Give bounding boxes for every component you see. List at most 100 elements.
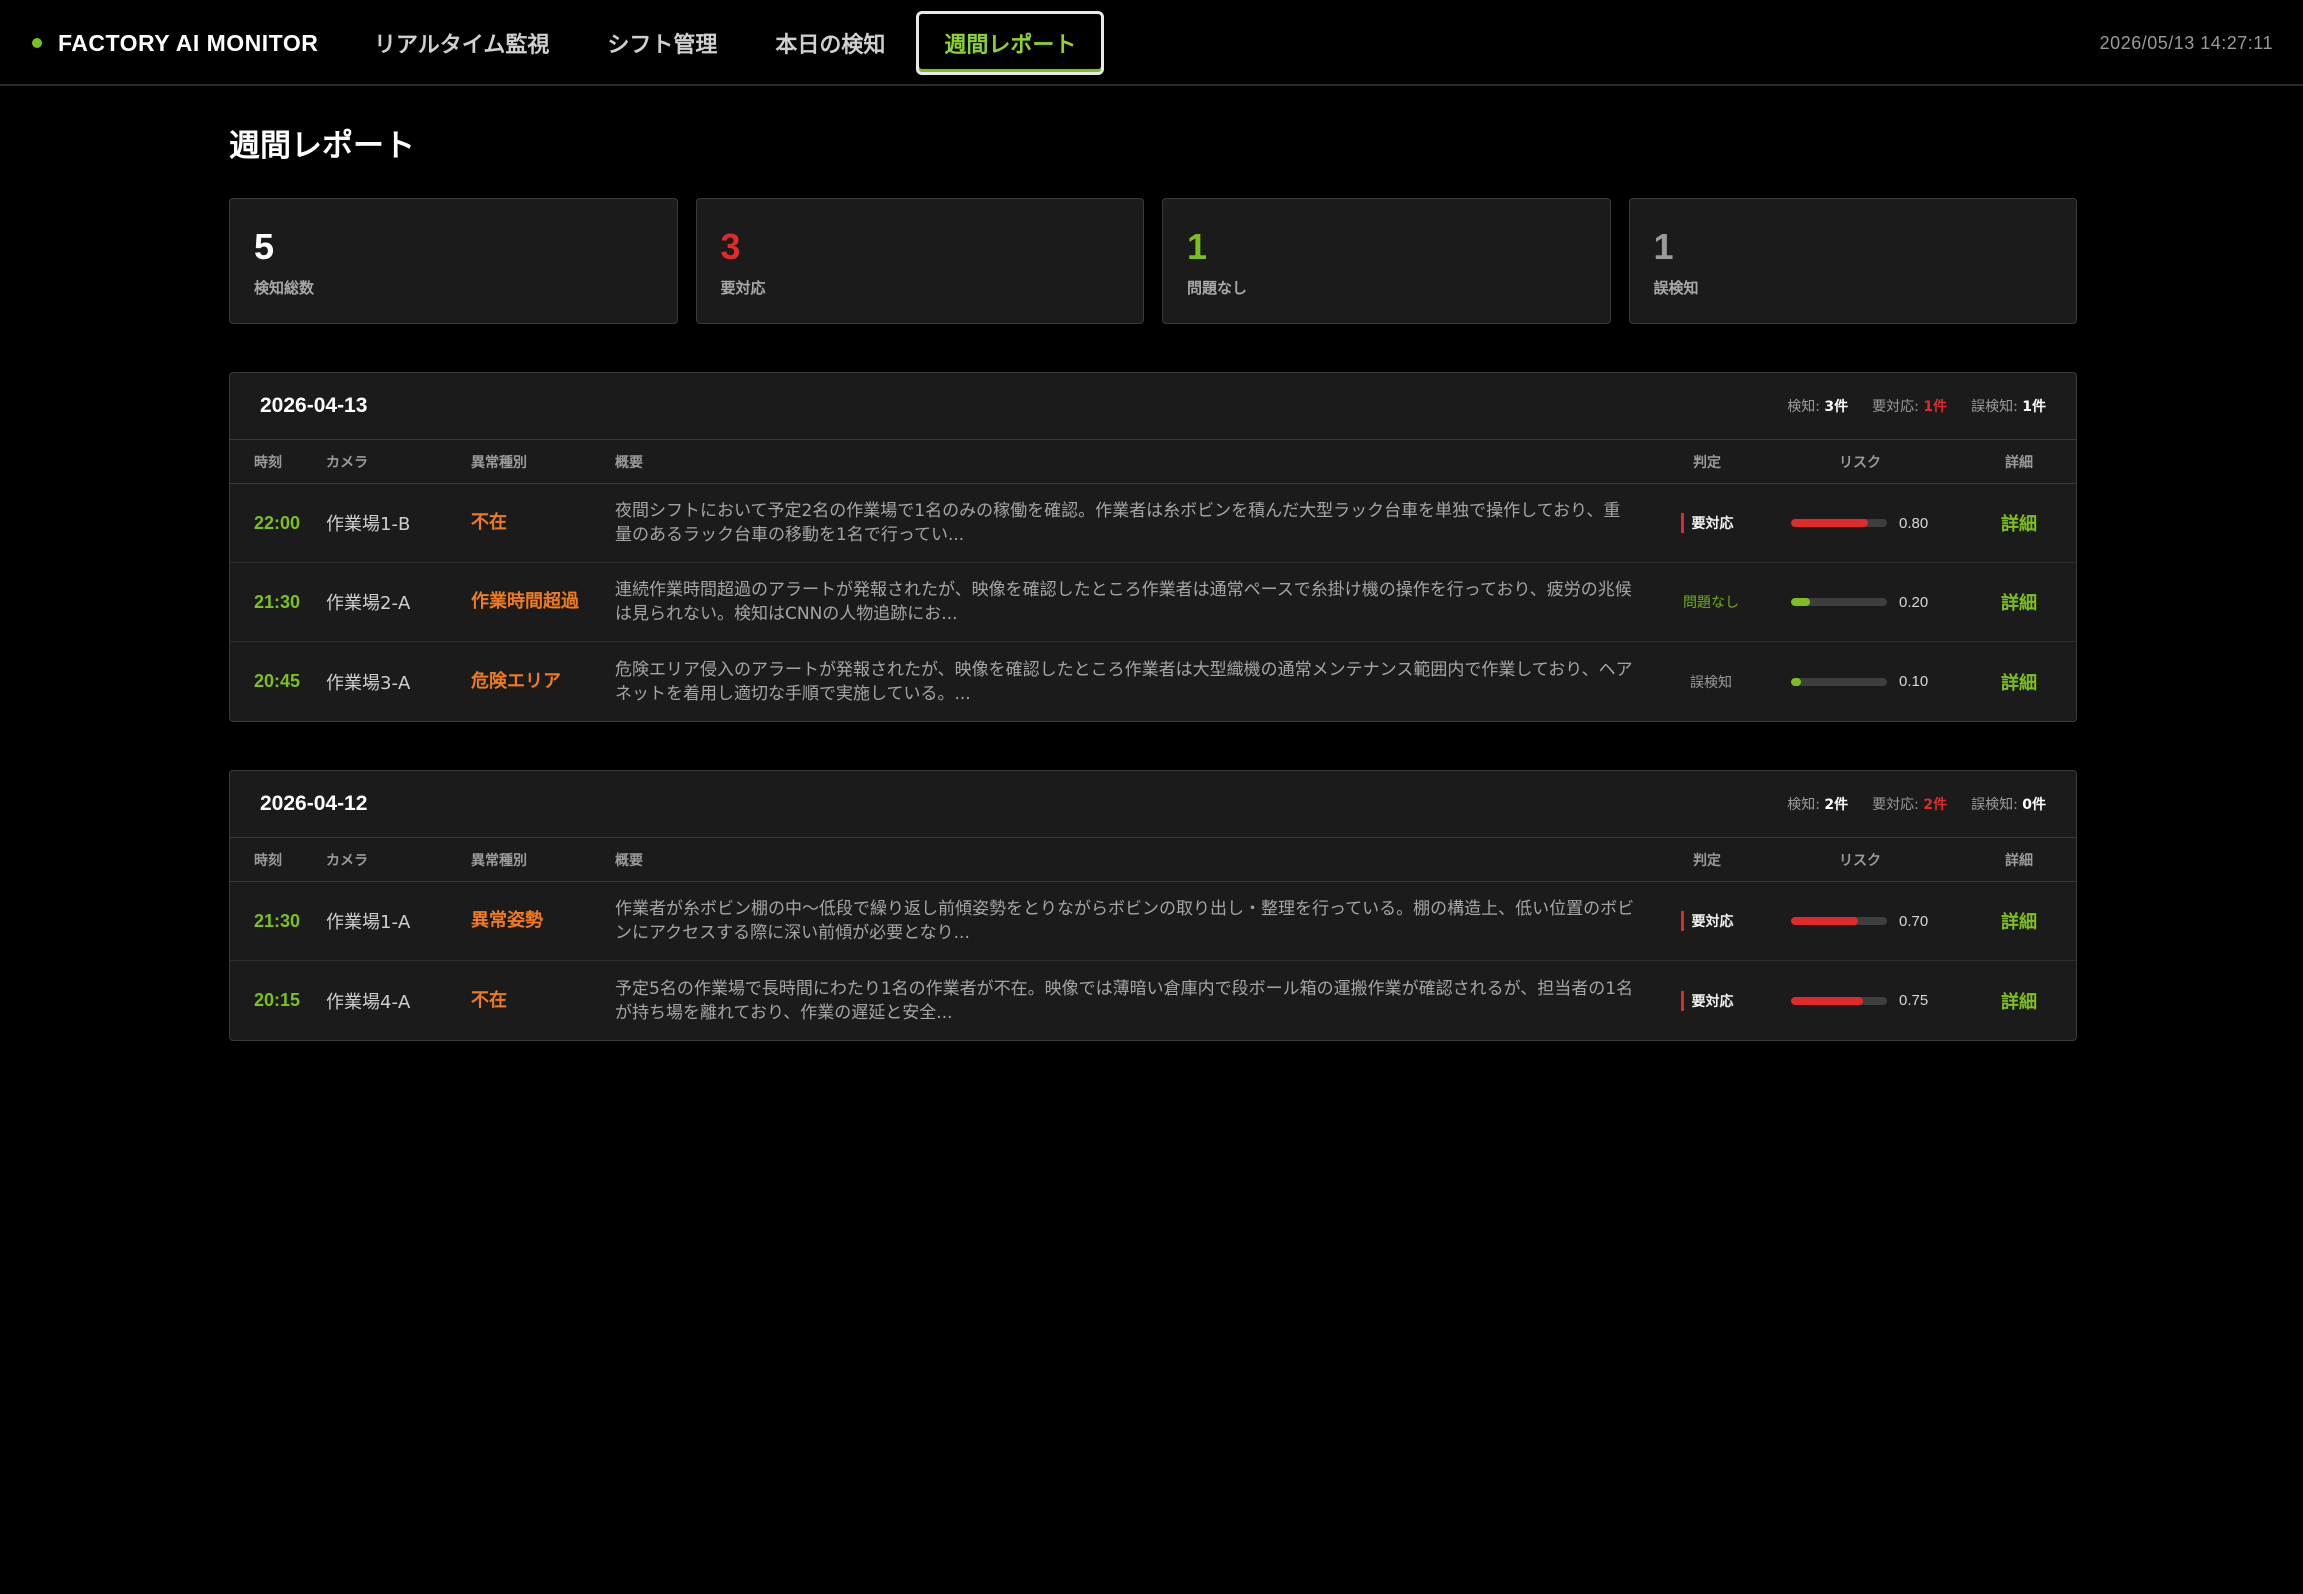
- top-bar: FACTORY AI MONITOR リアルタイム監視 シフト管理 本日の検知 週間レ…: [0, 0, 2303, 86]
- row-camera: 作業場1-A: [326, 912, 411, 933]
- row-risk: 0.10: [1757, 673, 1963, 690]
- nav-tab[interactable]: 本日の検知: [748, 11, 912, 75]
- row-judgement: 要対応: [1657, 911, 1757, 931]
- judgement-badge: 問題なし: [1683, 595, 1739, 611]
- day-date: 2026-04-13: [260, 394, 368, 417]
- count-value: 1件: [2022, 399, 2046, 415]
- row-anomaly-type: 作業時間超過: [471, 591, 579, 612]
- row-summary: 危険エリア侵入のアラートが発報されたが、映像を確認したところ作業者は大型織機の通…: [615, 659, 1633, 704]
- day-panel: 2026-04-13 検知: 3件 要対応: 1件 誤検知: 1件時刻 カメラ 異常種別 概…: [229, 372, 2077, 722]
- row-detail: 詳細: [1963, 908, 2075, 934]
- day-header: 2026-04-13 検知: 3件 要対応: 1件 誤検知: 1件: [230, 373, 2076, 440]
- detail-link[interactable]: 詳細: [2001, 673, 2037, 694]
- detail-link[interactable]: 詳細: [2001, 912, 2037, 933]
- count-false: 誤検知: 1件: [1971, 396, 2046, 416]
- row-risk: 0.70: [1757, 913, 1963, 930]
- judgement-badge: 要対応: [1680, 911, 1734, 931]
- table-header: 時刻 カメラ 異常種別 概要 判定 リスク 詳細: [230, 440, 2076, 484]
- risk-bar-fill: [1791, 598, 1811, 606]
- count-detect: 検知: 2件: [1787, 794, 1848, 814]
- col-judgement: 判定: [1693, 852, 1721, 869]
- risk-bar: [1791, 677, 1887, 686]
- risk-bar-fill: [1791, 519, 1868, 527]
- risk-bar: [1791, 996, 1887, 1005]
- stat-label: 検知総数: [254, 279, 315, 297]
- risk-value: 0.70: [1899, 912, 1929, 930]
- col-type: 異常種別: [471, 454, 527, 471]
- table-row: 20:15 作業場4-A 不在 予定5名の作業場で長時間にわたり1名の作業者が不在。映…: [230, 961, 2076, 1040]
- row-summary: 連続作業時間超過のアラートが発報されたが、映像を確認したところ作業者は通常ペース…: [615, 580, 1632, 624]
- risk-meter: 0.75: [1757, 992, 1963, 1009]
- row-detail: 詳細: [1963, 589, 2075, 615]
- judgement-badge: 要対応: [1680, 990, 1734, 1011]
- risk-value: 0.20: [1899, 593, 1929, 611]
- col-summary: 概要: [615, 454, 643, 471]
- stat-label: 誤検知: [1653, 279, 1699, 297]
- day-panel: 2026-04-12 検知: 2件 要対応: 2件 誤検知: 0件 時刻 カメラ 異常種別概…: [229, 770, 2077, 1041]
- judgement-badge: 要対応: [1680, 513, 1734, 533]
- row-risk: 0.75: [1757, 992, 1963, 1009]
- risk-meter: 0.80: [1757, 515, 1963, 532]
- stat-card: 1 問題なし: [1162, 198, 1611, 324]
- risk-bar: [1791, 519, 1887, 527]
- detail-link[interactable]: 詳細: [2001, 514, 2037, 535]
- row-camera: 作業場4-A: [326, 991, 411, 1013]
- brand: FACTORY AI MONITOR: [32, 0, 318, 86]
- row-summary: 夜間シフトにおいて予定2名の作業場で1名のみの稼働を確認。作業者は糸ボビンを積ん…: [615, 501, 1621, 545]
- col-camera: カメラ: [326, 852, 368, 869]
- detail-link[interactable]: 詳細: [2001, 992, 2037, 1013]
- day-panels: 2026-04-13 検知: 3件 要対応: 1件 誤検知: 1件 時刻 カメラ 異常種別概…: [229, 372, 2077, 1041]
- day-counts: 検知: 2件 要対応: 2件 誤検知: 0件: [1787, 794, 2046, 814]
- col-time: 時刻: [254, 454, 282, 471]
- count-label: 誤検知:: [1971, 399, 2018, 415]
- row-anomaly-type: 危険エリア: [471, 670, 561, 692]
- page-title: 週間レポート: [229, 128, 415, 164]
- detail-link[interactable]: 詳細: [2001, 593, 2037, 614]
- col-detail: 詳細: [2005, 454, 2033, 471]
- risk-bar-fill: [1791, 917, 1859, 925]
- row-camera: 作業場1-B: [326, 514, 411, 535]
- col-time: 時刻: [254, 852, 282, 869]
- count-label: 誤検知:: [1971, 797, 2018, 813]
- stat-label: 問題なし: [1187, 279, 1248, 297]
- risk-meter: 0.10: [1757, 673, 1963, 690]
- row-detail: 詳細: [1963, 510, 2075, 536]
- stats-row: 5 検知総数 3 要対応 1 問題なし 1 誤検知: [229, 198, 2077, 324]
- status-dot-icon: [32, 38, 42, 48]
- col-detail: 詳細: [2005, 852, 2033, 869]
- count-value: 2件: [1923, 797, 1948, 813]
- day-date: 2026-04-12: [260, 792, 368, 815]
- stat-value: 3: [720, 226, 741, 267]
- col-risk: リスク: [1839, 454, 1881, 471]
- row-anomaly-type: 不在: [471, 512, 507, 533]
- nav-tab[interactable]: シフト管理: [580, 11, 744, 75]
- risk-meter: 0.20: [1757, 594, 1963, 611]
- stat-card: 3 要対応: [695, 198, 1144, 324]
- count-value: 0件: [2022, 797, 2046, 813]
- risk-bar-fill: [1791, 996, 1863, 1005]
- row-summary: 作業者が糸ボビン棚の中〜低段で繰り返し前傾姿勢をとりながらボビンの取り出し・整理…: [615, 899, 1635, 943]
- row-judgement: 誤検知: [1657, 672, 1757, 692]
- main-content: 週間レポート 5 検知総数 3 要対応 1 問題なし 1 誤検知 2026-04-13 検知: …: [229, 86, 2077, 1041]
- app-name: FACTORY AI MONITOR: [58, 29, 319, 56]
- nav-tab[interactable]: リアルタイム監視: [347, 11, 576, 75]
- stat-value: 1: [1653, 226, 1674, 267]
- clock: 2026/05/13 14:27:11: [2099, 32, 2273, 53]
- day-header: 2026-04-12 検知: 2件 要対応: 2件 誤検知: 0件: [230, 771, 2076, 838]
- table-row: 22:00 作業場1-B 不在 夜間シフトにおいて予定2名の作業場で1名のみの稼働を確…: [230, 484, 2076, 563]
- col-risk: リスク: [1839, 852, 1881, 869]
- nav-tab[interactable]: 週間レポート: [916, 11, 1105, 75]
- row-time: 20:45: [254, 671, 301, 691]
- row-risk: 0.80: [1757, 515, 1963, 532]
- row-anomaly-type: 不在: [471, 989, 507, 1011]
- row-risk: 0.20: [1757, 594, 1963, 611]
- row-detail: 詳細: [1963, 988, 2075, 1014]
- stat-value: 1: [1187, 226, 1208, 267]
- col-camera: カメラ: [326, 454, 368, 471]
- row-summary: 予定5名の作業場で長時間にわたり1名の作業者が不在。映像では薄暗い倉庫内で段ボー…: [615, 978, 1634, 1023]
- stat-value: 5: [254, 226, 275, 267]
- risk-bar: [1791, 598, 1887, 606]
- row-camera: 作業場3-A: [326, 672, 411, 694]
- col-judgement: 判定: [1693, 454, 1721, 471]
- count-value: 3件: [1824, 399, 1849, 415]
